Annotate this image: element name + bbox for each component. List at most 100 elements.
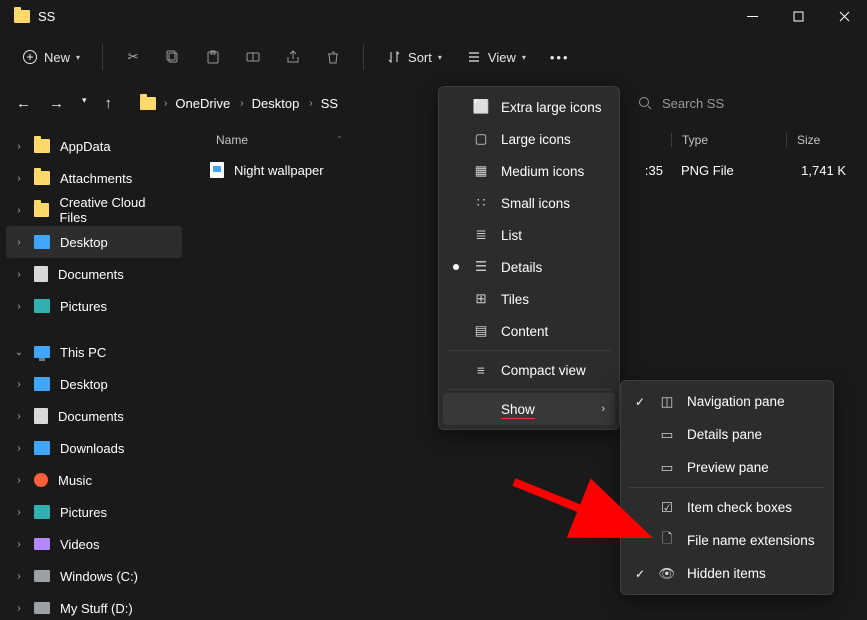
sidebar-item-label: Desktop (60, 235, 108, 250)
sidebar-item-label: This PC (60, 345, 106, 360)
expand-caret-icon: › (14, 205, 24, 216)
sidebar-item[interactable]: › Pictures (6, 290, 182, 322)
sidebar-item[interactable]: › Documents (6, 258, 182, 290)
copy-icon (165, 49, 181, 65)
view-label: View (488, 50, 516, 65)
view-menu-item[interactable]: ☰ Details (443, 251, 615, 283)
new-label: New (44, 50, 70, 65)
delete-button[interactable] (315, 40, 351, 74)
navigation-pane: › AppData› Attachments› Creative Cloud F… (0, 124, 188, 620)
view-button[interactable]: View ▾ (456, 40, 536, 74)
sidebar-item[interactable]: › Attachments (6, 162, 182, 194)
more-icon: ••• (550, 50, 570, 65)
show-submenu-item[interactable]: ▭Preview pane (625, 451, 829, 484)
sidebar-item[interactable]: › Desktop (6, 226, 182, 258)
sidebar-item[interactable]: › Downloads (6, 432, 182, 464)
submenu-item-label: Preview pane (687, 460, 769, 475)
recent-locations-button[interactable]: ▾ (82, 95, 87, 112)
view-menu-item[interactable]: ▢Large icons (443, 123, 615, 155)
view-menu-item[interactable]: ∷Small icons (443, 187, 615, 219)
expand-caret-icon: › (14, 411, 24, 422)
menu-item-label: Large icons (501, 132, 571, 147)
breadcrumb-item[interactable]: Desktop (252, 96, 300, 111)
expand-caret-icon: › (14, 539, 24, 550)
expand-caret-icon: › (14, 443, 24, 454)
sidebar-item-label: Attachments (60, 171, 132, 186)
file-name: Night wallpaper (234, 163, 324, 178)
sidebar-item[interactable]: › Creative Cloud Files (6, 194, 182, 226)
submenu-item-label: Details pane (687, 427, 762, 442)
view-mode-icon: ☰ (473, 259, 489, 275)
column-size[interactable]: Size (786, 133, 846, 147)
submenu-item-label: Item check boxes (687, 500, 792, 515)
show-submenu-item[interactable]: ✓◫Navigation pane (625, 385, 829, 418)
sidebar-item[interactable]: ⌄ This PC (6, 336, 182, 368)
submenu-item-label: Hidden items (687, 566, 766, 581)
breadcrumb-item[interactable]: SS (321, 96, 338, 111)
sidebar-item-label: Windows (C:) (60, 569, 138, 584)
forward-button[interactable]: → (49, 95, 64, 112)
copy-button[interactable] (155, 40, 191, 74)
folder-yellow-icon (34, 171, 50, 185)
sidebar-item[interactable]: › Pictures (6, 496, 182, 528)
compact-view-item[interactable]: ≡Compact view (443, 354, 615, 386)
show-submenu-item[interactable]: ✓👁Hidden items (625, 557, 829, 590)
back-button[interactable]: ← (16, 95, 31, 112)
trash-icon (325, 49, 341, 65)
show-submenu-item[interactable]: ☑Item check boxes (625, 491, 829, 524)
icon-disk-icon (34, 570, 50, 582)
sidebar-item-label: Documents (58, 409, 124, 424)
toolbar: New ▾ ✂ Sort ▾ View ▾ ••• (0, 32, 867, 82)
search-input[interactable]: Search SS (626, 87, 851, 119)
compact-icon: ≡ (473, 362, 489, 378)
sort-button[interactable]: Sort ▾ (376, 40, 452, 74)
chevron-down-icon: ▾ (438, 53, 442, 62)
view-menu-item[interactable]: ⬜Extra large icons (443, 91, 615, 123)
view-menu-item[interactable]: ≣List (443, 219, 615, 251)
sidebar-item-label: AppData (60, 139, 111, 154)
rename-button[interactable] (235, 40, 271, 74)
menu-separator (447, 350, 611, 351)
show-submenu-item[interactable]: ▭Details pane (625, 418, 829, 451)
search-placeholder: Search SS (662, 96, 724, 111)
column-name[interactable]: Name (216, 133, 248, 147)
menu-item-label: Medium icons (501, 164, 584, 179)
cut-button[interactable]: ✂ (115, 40, 151, 74)
sidebar-item[interactable]: › Documents (6, 400, 182, 432)
paste-button[interactable] (195, 40, 231, 74)
sidebar-item-label: Desktop (60, 377, 108, 392)
sidebar-item[interactable]: › AppData (6, 130, 182, 162)
show-submenu-item[interactable]: 🗋File name extensions (625, 524, 829, 557)
breadcrumb-item[interactable]: OneDrive (175, 96, 230, 111)
maximize-button[interactable] (775, 0, 821, 32)
minimize-button[interactable] (729, 0, 775, 32)
sidebar-item[interactable]: › Videos (6, 528, 182, 560)
view-mode-icon: ⊞ (473, 291, 489, 307)
close-button[interactable] (821, 0, 867, 32)
view-menu-item[interactable]: ▤Content (443, 315, 615, 347)
image-file-icon (210, 162, 224, 178)
menu-item-label: Details (501, 260, 542, 275)
icon-music-icon (34, 473, 48, 487)
chevron-down-icon: ▾ (522, 53, 526, 62)
column-type[interactable]: Type (671, 133, 786, 147)
share-button[interactable] (275, 40, 311, 74)
sidebar-item-label: Videos (60, 537, 100, 552)
sidebar-item[interactable]: › Desktop (6, 368, 182, 400)
expand-caret-icon: › (14, 507, 24, 518)
sidebar-item[interactable]: › My Stuff (D:) (6, 592, 182, 620)
sidebar-item[interactable]: › Windows (C:) (6, 560, 182, 592)
bullet-icon (453, 264, 459, 270)
view-menu-item[interactable]: ▦Medium icons (443, 155, 615, 187)
more-button[interactable]: ••• (540, 40, 580, 74)
new-button[interactable]: New ▾ (12, 40, 90, 74)
up-button[interactable]: ↑ (105, 95, 113, 112)
expand-caret-icon: › (14, 173, 24, 184)
view-menu-item[interactable]: ⊞Tiles (443, 283, 615, 315)
show-menu-item[interactable]: Show› (443, 393, 615, 425)
view-mode-icon: ⬜ (473, 99, 489, 115)
sidebar-item[interactable]: › Music (6, 464, 182, 496)
submenu-icon: 👁 (659, 566, 675, 582)
icon-teal-icon (34, 505, 50, 519)
expand-caret-icon: › (14, 475, 24, 486)
